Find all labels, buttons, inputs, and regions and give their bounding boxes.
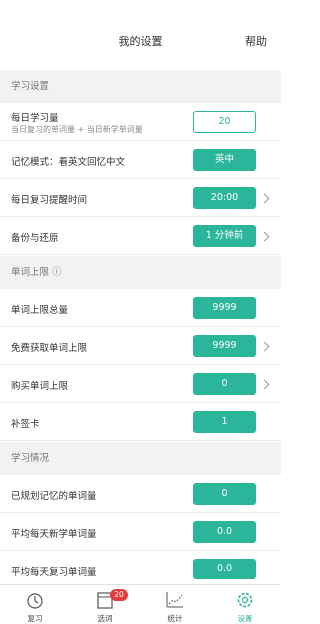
daily-amount-input[interactable]: 20: [193, 111, 256, 133]
row-makeup-card: 补签卡 1: [0, 403, 281, 441]
row-buy-limit[interactable]: 购买单词上限 0: [0, 365, 281, 403]
buy-limit-label: 购买单词上限: [11, 381, 69, 392]
section-study-status: 学习情况: [0, 442, 281, 475]
avg-review-label: 平均每天复习单词量: [11, 567, 97, 578]
review-reminder-button[interactable]: 20:00: [193, 187, 256, 209]
planned-words-label: 已规划记忆的单词量: [11, 491, 97, 502]
limit-total-value: 9999: [193, 297, 256, 319]
free-limit-label: 免费获取单词上限: [11, 343, 88, 354]
select-words-badge: 20: [110, 589, 128, 601]
tab-select-words-label: 选词: [97, 614, 113, 623]
top-bar: 我的设置 帮助: [0, 0, 281, 68]
tab-stats-label: 统计: [167, 614, 183, 623]
planned-words-value: 0: [193, 483, 256, 505]
phone-screen: 我的设置 帮助 学习设置 每日学习量 当日复习的单词量 + 当日新学单词量 20…: [0, 0, 281, 624]
memory-mode-button[interactable]: 英中: [193, 149, 256, 171]
free-limit-button[interactable]: 9999: [193, 335, 256, 357]
row-planned-words: 已规划记忆的单词量 0: [0, 475, 281, 513]
tab-select-words[interactable]: 20 选词: [70, 585, 140, 624]
chevron-right-icon: [259, 341, 270, 352]
limit-total-label: 单词上限总量: [11, 305, 69, 316]
settings-icon: [237, 592, 253, 608]
tab-stats[interactable]: 统计: [140, 585, 210, 624]
stats-icon: [166, 592, 183, 608]
chevron-right-icon: [259, 231, 270, 242]
tab-settings[interactable]: 设置: [210, 585, 280, 624]
avg-review-value: 0.0: [193, 559, 256, 579]
daily-amount-sublabel: 当日复习的单词量 + 当日新学单词量: [11, 125, 143, 134]
page-title: 我的设置: [118, 35, 163, 48]
row-backup-restore[interactable]: 备份与还原 1 分钟前: [0, 217, 281, 255]
makeup-card-label: 补签卡: [11, 419, 40, 430]
buy-limit-button[interactable]: 0: [193, 373, 256, 395]
avg-new-label: 平均每天新学单词量: [11, 529, 97, 540]
tab-settings-label: 设置: [237, 614, 253, 623]
review-icon: [27, 593, 43, 609]
row-daily-amount: 每日学习量 当日复习的单词量 + 当日新学单词量 20: [0, 103, 281, 141]
row-limit-total: 单词上限总量 9999: [0, 289, 281, 327]
tab-review[interactable]: 复习: [0, 585, 70, 624]
help-button[interactable]: 帮助: [245, 33, 267, 49]
section-word-limit: 单词上限 ⓘ: [0, 256, 281, 289]
row-review-reminder[interactable]: 每日复习提醒时间 20:00: [0, 179, 281, 217]
row-avg-new: 平均每天新学单词量 0.0: [0, 513, 281, 551]
row-avg-review: 平均每天复习单词量 0.0: [0, 551, 281, 584]
chevron-right-icon: [259, 193, 270, 204]
section-study-settings: 学习设置: [0, 70, 281, 103]
daily-amount-label: 每日学习量: [11, 113, 59, 124]
tab-review-label: 复习: [27, 614, 43, 623]
review-reminder-label: 每日复习提醒时间: [11, 195, 88, 206]
row-memory-mode: 记忆模式：看英文回忆中文 英中: [0, 141, 281, 179]
avg-new-value: 0.0: [193, 521, 256, 543]
memory-mode-label: 记忆模式：看英文回忆中文: [11, 157, 126, 168]
makeup-card-value: 1: [193, 411, 256, 433]
row-free-limit[interactable]: 免费获取单词上限 9999: [0, 327, 281, 365]
backup-restore-label: 备份与还原: [11, 233, 59, 244]
tab-bar: 复习 20 选词 统计 设置: [0, 584, 281, 624]
backup-restore-button[interactable]: 1 分钟前: [193, 225, 256, 247]
chevron-right-icon: [259, 379, 270, 390]
